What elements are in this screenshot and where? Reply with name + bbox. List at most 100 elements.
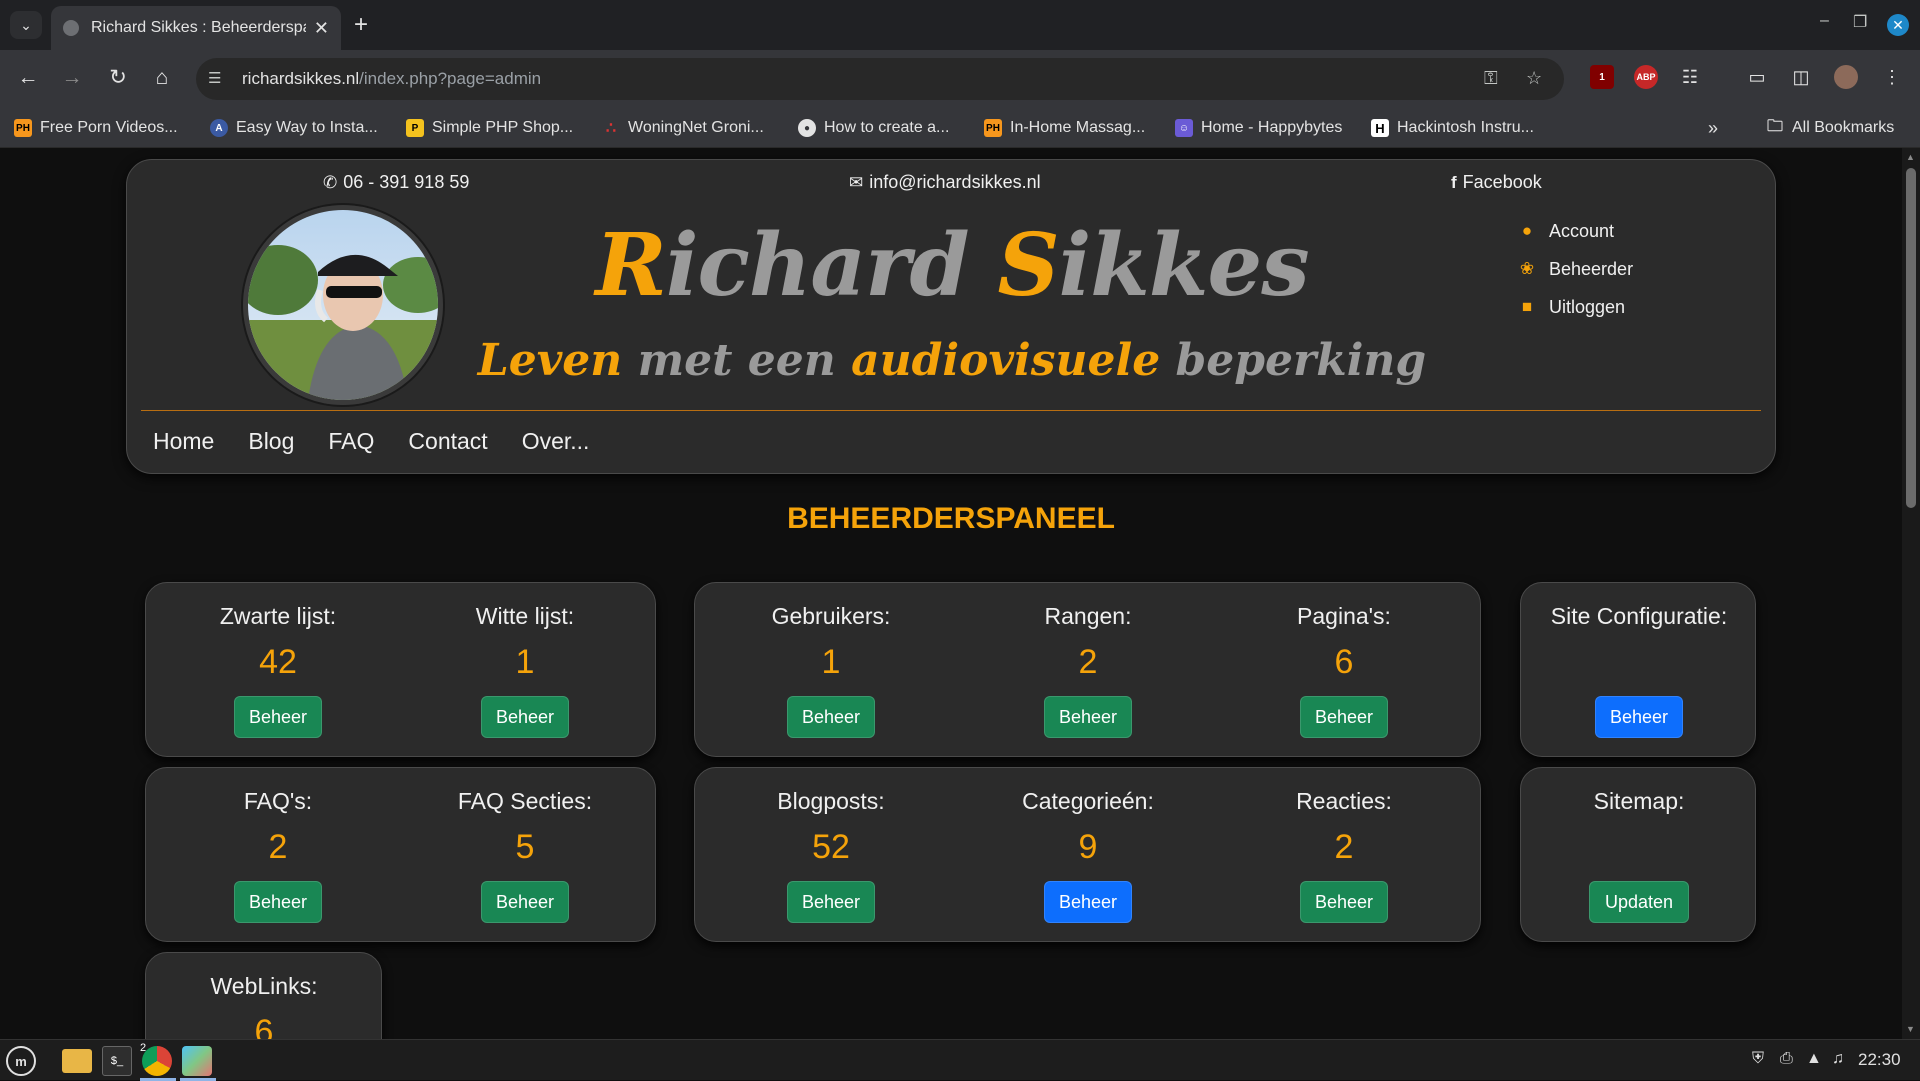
bookmark-item[interactable]: A Easy Way to Insta... — [210, 116, 378, 140]
stat-label: WebLinks: — [210, 973, 318, 999]
stat-label: Witte lijst: — [475, 603, 575, 629]
user-menu-beheerder[interactable]: ❀ Beheerder — [1517, 250, 1633, 288]
stat-label: Reacties: — [1296, 788, 1392, 814]
bookmark-item[interactable]: H Hackintosh Instru... — [1371, 116, 1534, 140]
site-info-icon[interactable]: ☰ — [208, 69, 221, 87]
page-content: ✆ 06 - 391 918 59 ✉ info@richardsikkes.nl … — [0, 148, 1902, 1039]
beheer-reacties-button[interactable]: Beheer — [1300, 881, 1388, 923]
nav-contact[interactable]: Contact — [408, 428, 487, 455]
phone-icon: ✆ — [323, 172, 338, 192]
address-bar[interactable]: ☰ richardsikkes.nl/index.php?page=admin … — [196, 58, 1564, 100]
side-panel-icon[interactable]: ◫ — [1789, 65, 1813, 89]
stat-label: Blogposts: — [777, 788, 885, 814]
globe-icon: ● — [798, 119, 816, 137]
beheer-witte-lijst-button[interactable]: Beheer — [481, 696, 569, 738]
tab-close-icon[interactable]: ✕ — [314, 18, 329, 39]
chrome-window-count: 2 — [140, 1042, 147, 1054]
files-icon[interactable] — [62, 1049, 92, 1073]
user-menu-account[interactable]: ● Account — [1517, 212, 1633, 250]
all-bookmarks[interactable]: 🗀 All Bookmarks — [1766, 116, 1894, 140]
key-icon[interactable]: ⚿ — [1484, 68, 1498, 89]
beheer-blogposts-button[interactable]: Beheer — [787, 881, 875, 923]
woningnet-icon: ∴ — [605, 120, 617, 137]
more-bookmarks-icon[interactable]: » — [1708, 116, 1718, 140]
scroll-thumb[interactable] — [1906, 168, 1916, 508]
nav-over[interactable]: Over... — [522, 428, 590, 455]
url-path: /index.php?page=admin — [359, 69, 542, 88]
favicon-icon — [63, 20, 79, 36]
bookmark-item[interactable]: PH In-Home Massag... — [984, 116, 1145, 140]
bookmark-item[interactable]: P Simple PHP Shop... — [406, 116, 573, 140]
url-text[interactable]: richardsikkes.nl/index.php?page=admin — [242, 69, 541, 89]
lock-icon: ■ — [1521, 297, 1533, 316]
email-text: info@richardsikkes.nl — [869, 172, 1041, 192]
home-icon[interactable]: ⌂ — [147, 64, 177, 92]
beheer-paginas-button[interactable]: Beheer — [1300, 696, 1388, 738]
browser-toolbar: ← → ↻ ⌂ ☰ richardsikkes.nl/index.php?pag… — [0, 50, 1920, 108]
site-header: ✆ 06 - 391 918 59 ✉ info@richardsikkes.nl … — [126, 159, 1776, 474]
beheer-site-config-button[interactable]: Beheer — [1595, 696, 1683, 738]
bookmark-item[interactable]: ● How to create a... — [798, 116, 949, 140]
email-link[interactable]: ✉ info@richardsikkes.nl — [849, 172, 1041, 193]
scroll-down-icon[interactable]: ▼ — [1906, 1024, 1915, 1034]
main-nav: Home Blog FAQ Contact Over... — [153, 428, 623, 455]
user-menu-uitloggen[interactable]: ■ Uitloggen — [1517, 288, 1633, 326]
beheer-gebruikers-button[interactable]: Beheer — [787, 696, 875, 738]
terminal-icon[interactable]: $_ — [102, 1046, 132, 1076]
stat-label: Gebruikers: — [771, 603, 891, 629]
forward-icon[interactable]: → — [57, 64, 87, 92]
nav-faq[interactable]: FAQ — [328, 428, 374, 455]
beheer-rangen-button[interactable]: Beheer — [1044, 696, 1132, 738]
page-scrollbar[interactable]: ▲ ▼ — [1902, 148, 1920, 1039]
stat-value: 2 — [268, 828, 288, 866]
adblock-plus-icon[interactable]: ABP — [1634, 65, 1658, 89]
card-site-config: Site Configuratie: Beheer — [1520, 582, 1756, 757]
reload-icon[interactable]: ↻ — [103, 64, 133, 92]
clock[interactable]: 22:30 — [1858, 1050, 1901, 1070]
nav-blog[interactable]: Blog — [248, 428, 294, 455]
restore-icon[interactable]: ❐ — [1853, 12, 1867, 32]
beheer-zwarte-lijst-button[interactable]: Beheer — [234, 696, 322, 738]
menu-icon[interactable]: ⋮ — [1880, 65, 1904, 89]
back-icon[interactable]: ← — [13, 64, 43, 92]
sitemap-updaten-button[interactable]: Updaten — [1589, 881, 1689, 923]
stat-value: 42 — [259, 643, 297, 681]
scroll-up-icon[interactable]: ▲ — [1906, 152, 1915, 162]
bookmark-label: Simple PHP Shop... — [432, 119, 574, 136]
chrome-icon[interactable] — [142, 1046, 172, 1076]
beheer-faq-secties-button[interactable]: Beheer — [481, 881, 569, 923]
card-weblinks: WebLinks: 6 — [145, 952, 382, 1039]
printer-icon[interactable]: ⎙ — [1780, 1050, 1793, 1068]
minimize-icon[interactable]: – — [1820, 12, 1829, 30]
tab-search-button[interactable]: ⌄ — [10, 11, 42, 39]
shield-icon[interactable]: ⛨ — [1752, 1050, 1764, 1068]
phone-link[interactable]: ✆ 06 - 391 918 59 — [323, 172, 469, 193]
profile-avatar[interactable] — [1834, 65, 1858, 89]
tab-title: Richard Sikkes : Beheerderspaneel — [91, 19, 306, 36]
page-title: BEHEERDERSPANEEL — [787, 502, 1115, 535]
network-icon[interactable]: ▲ — [1806, 1050, 1822, 1068]
start-menu-icon[interactable]: m — [6, 1046, 36, 1076]
facebook-link[interactable]: f Facebook — [1451, 172, 1542, 193]
bookmark-item[interactable]: ∴ WoningNet Groni... — [602, 116, 764, 140]
close-window-icon[interactable]: ✕ — [1887, 14, 1909, 36]
new-tab-button[interactable]: + — [354, 11, 368, 39]
sound-icon[interactable]: ♫ — [1832, 1050, 1844, 1068]
beheer-faqs-button[interactable]: Beheer — [234, 881, 322, 923]
nav-home[interactable]: Home — [153, 428, 214, 455]
bookmark-label: Easy Way to Insta... — [236, 119, 378, 136]
ublock-extension-icon[interactable]: 1 — [1590, 65, 1614, 89]
ph-icon: PH — [14, 119, 32, 137]
php-icon: P — [406, 119, 424, 137]
cast-icon[interactable]: ▭ — [1745, 65, 1769, 89]
bookmark-star-icon[interactable]: ☆ — [1526, 68, 1542, 89]
beheer-categorieen-button[interactable]: Beheer — [1044, 881, 1132, 923]
user-menu-label: Beheerder — [1549, 258, 1634, 279]
extensions-icon[interactable]: ☷ — [1678, 65, 1702, 89]
bookmark-item[interactable]: ☺ Home - Happybytes — [1175, 116, 1342, 140]
virtualbox-icon[interactable] — [182, 1046, 212, 1076]
browser-tab[interactable]: Richard Sikkes : Beheerderspaneel ✕ — [51, 6, 341, 50]
site-icon: A — [210, 119, 228, 137]
stat-label: FAQ Secties: — [457, 788, 593, 814]
bookmark-item[interactable]: PH Free Porn Videos... — [14, 116, 178, 140]
